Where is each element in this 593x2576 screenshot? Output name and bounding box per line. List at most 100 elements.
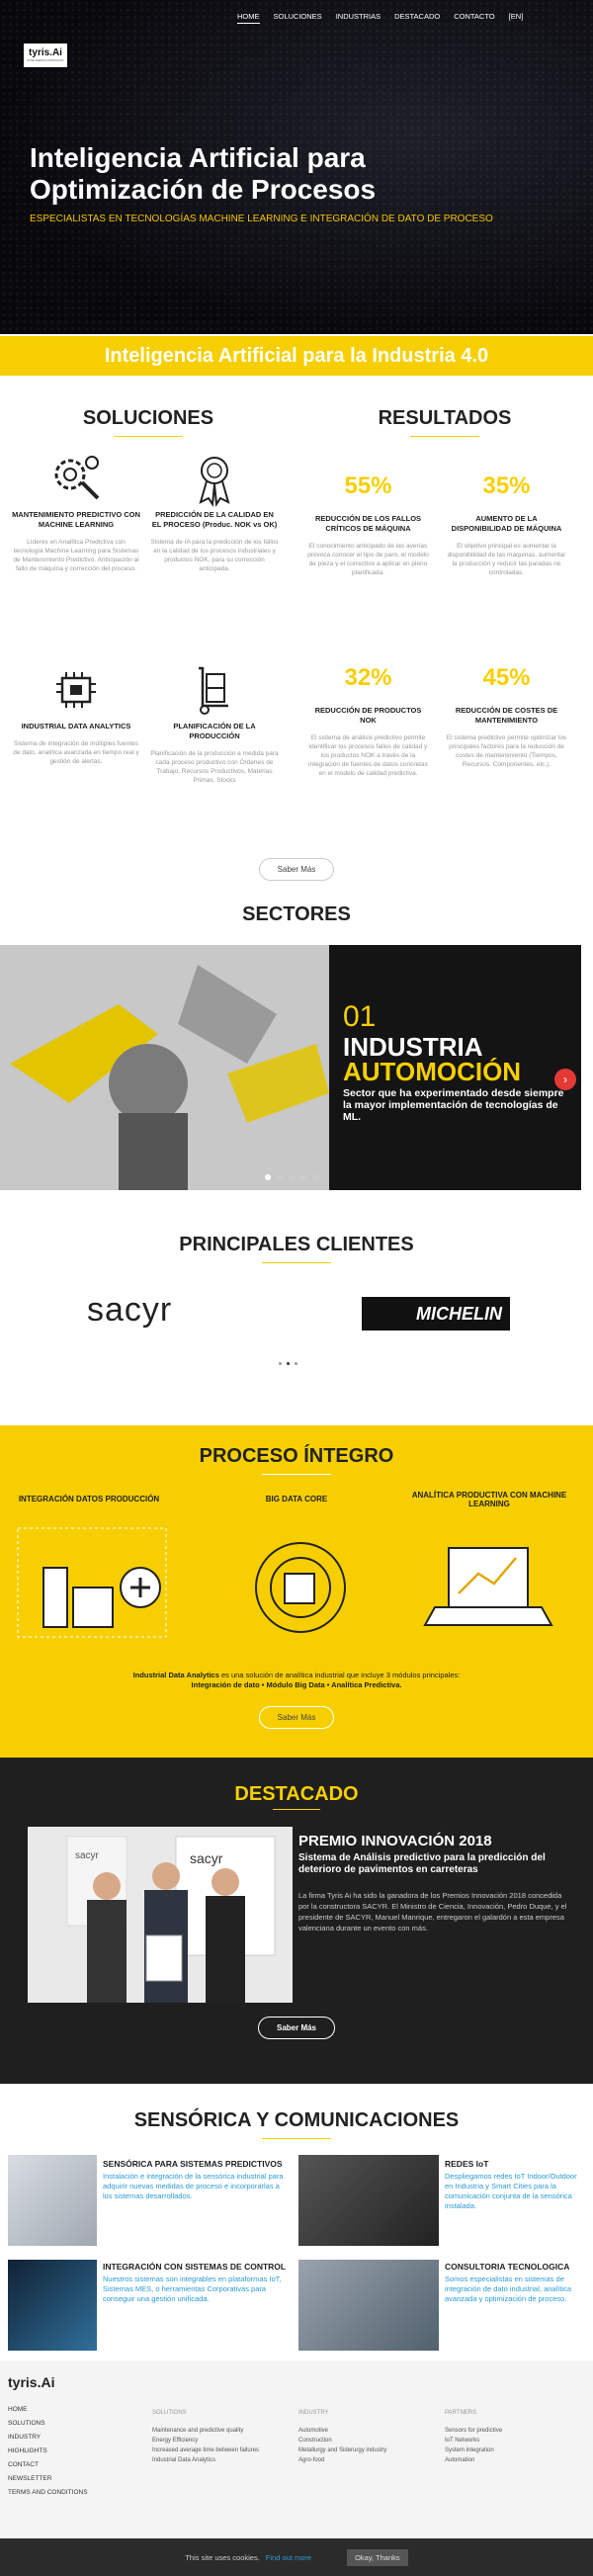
footer-col-item[interactable]: Agro-food	[298, 2455, 437, 2465]
slider-dot[interactable]	[289, 1174, 295, 1180]
sectors-title: SECTORES	[242, 903, 351, 925]
hero-subtitle: ESPECIALISTAS EN TECNOLOGÍAS MACHINE LEA…	[30, 214, 493, 224]
clients-dots	[279, 1362, 297, 1365]
featured-more-button[interactable]: Saber Más	[257, 2017, 336, 2039]
laptop-icon	[448, 1547, 529, 1608]
process-col-title: ANALÍTICA PRODUCTIVA CON MACHINE LEARNIN…	[411, 1491, 567, 1508]
nav-home[interactable]: HOME	[237, 10, 260, 24]
footer-col-industry: INDUSTRY Automotive Construction Metallu…	[298, 2408, 437, 2465]
footer-link[interactable]: CONTACT	[8, 2461, 88, 2468]
client-logo-sacyr: sacyr	[87, 1291, 173, 1329]
process-section: PROCESO ÍNTEGRO INTEGRACIÓN DATOS PRODUC…	[0, 1425, 593, 1758]
sensor-item: INTEGRACIÓN CON SISTEMAS DE CONTROL Nues…	[103, 2262, 291, 2304]
result-desc: El sistema de análisis predictivo permit…	[308, 734, 428, 777]
process-desc-rest: es una solución de analítica industrial …	[218, 1671, 461, 1679]
footer-col-item[interactable]: IoT Networks	[445, 2436, 583, 2446]
footer-col-partners: PARTNERS Sensors for predictive IoT Netw…	[445, 2408, 583, 2465]
clients-section: sacyr MICHELIN	[0, 1283, 593, 1425]
cookie-link[interactable]: Find out more	[266, 2553, 311, 2562]
slider-dot[interactable]	[312, 1174, 318, 1180]
footer-link[interactable]: TERMS AND CONDITIONS	[8, 2489, 88, 2496]
sectors-heading-wrap: SECTORES	[0, 903, 593, 926]
solutions-underline	[114, 436, 183, 437]
site-logo[interactable]: tyris.Ai INTELIGENCIA ARTIFICIAL	[24, 43, 67, 67]
footer-col-item[interactable]: Increased average time between failures	[152, 2446, 291, 2455]
photo-logo-sacyr-2: sacyr	[75, 1850, 99, 1861]
result-value: 35%	[482, 472, 531, 499]
sensors-title: SENSÓRICA Y COMUNICACIONES	[133, 2109, 460, 2131]
solution-desc: Sistema de integración de múltiples fuen…	[13, 740, 139, 765]
footer-col-heading: PARTNERS	[445, 2410, 477, 2416]
logo-subtext: INTELIGENCIA ARTIFICIAL	[27, 58, 64, 62]
process-title: PROCESO ÍNTEGRO	[199, 1445, 394, 1467]
footer-col-item[interactable]: Maintenance and predictive quality	[152, 2426, 291, 2436]
solution-desc: Líderes en Analítica Predictiva con tecn…	[13, 539, 139, 572]
nav-destacado[interactable]: DESTACADO	[394, 10, 440, 24]
footer-col-item[interactable]: Automation	[445, 2455, 583, 2465]
industry-banner: Inteligencia Artificial para la Industri…	[0, 336, 593, 376]
sensors-section: SENSÓRICA Y COMUNICACIONES SENSÓRICA PAR…	[0, 2084, 593, 2361]
sensors-image	[8, 2155, 97, 2246]
award-title: PREMIO INNOVACIÓN 2018	[298, 1833, 492, 1849]
footer-col-item[interactable]: Automotive	[298, 2426, 437, 2436]
footer-col-item[interactable]: Metallurgy and Siderurgy industry	[298, 2446, 437, 2455]
nav-industrias[interactable]: INDUSTRIAS	[336, 10, 381, 24]
footer-link[interactable]: HIGHLIGHTS	[8, 2447, 88, 2454]
footer-col-item[interactable]: Energy Efficiency	[152, 2436, 291, 2446]
solution-desc: Sistema de IA para la predicción de los …	[150, 539, 279, 572]
result-desc: El sistema predictivo permite optimizar …	[446, 734, 567, 768]
nav-language[interactable]: [EN]	[509, 10, 524, 24]
footer-logo[interactable]: tyris.Ai	[8, 2374, 54, 2390]
footer-links: HOME SOLUTIONS INDUSTRY HIGHLIGHTS CONTA…	[8, 2406, 88, 2496]
clients-dot[interactable]	[279, 1362, 282, 1365]
sensors-heading-wrap: SENSÓRICA Y COMUNICACIONES	[0, 2109, 593, 2139]
result-value: 32%	[344, 664, 392, 691]
slider-dot[interactable]	[277, 1174, 283, 1180]
result-title: REDUCCIÓN DE COSTES DE MANTENIMIENTO	[455, 706, 558, 725]
cookie-text: This site uses cookies.	[185, 2552, 260, 2562]
award-photo-image	[28, 1827, 293, 2003]
clients-heading-wrap: PRINCIPALES CLIENTES	[0, 1234, 593, 1263]
results-title: RESULTADOS	[378, 407, 512, 429]
process-more-button[interactable]: Saber Más	[258, 1706, 335, 1729]
clients-dot[interactable]	[295, 1362, 297, 1365]
footer-col-item[interactable]: System integration	[445, 2446, 583, 2455]
footer-col-item[interactable]: Industrial Data Analytics	[152, 2455, 291, 2465]
nav-soluciones[interactable]: SOLUCIONES	[274, 10, 322, 24]
featured-title: DESTACADO	[234, 1783, 359, 1805]
footer-link[interactable]: NEWSLETTER	[8, 2475, 88, 2482]
clients-title: PRINCIPALES CLIENTES	[179, 1234, 414, 1255]
result-card: 55% REDUCCIÓN DE LOS FALLOS CRÍTICOS DE …	[306, 472, 430, 577]
result-card: 32% REDUCCIÓN DE PRODUCTOS NOK El sistem…	[306, 664, 430, 778]
process-desc: Industrial Data Analytics es una solució…	[40, 1671, 553, 1690]
hero-title: Inteligencia Artificial para Optimizació…	[30, 142, 377, 205]
solution-card: PREDICCIÓN DE LA CALIDAD EN EL PROCESO (…	[150, 449, 279, 573]
solution-title: MANTENIMIENTO PREDICTIVO CON MACHINE LEA…	[12, 510, 140, 529]
solutions-more-button[interactable]: Saber Más	[258, 858, 335, 881]
result-value: 45%	[482, 664, 531, 691]
process-modules: Integración de dato • Módulo Big Data • …	[191, 1680, 402, 1689]
slider-next-arrow-icon[interactable]: ›	[554, 1069, 576, 1090]
server-image	[8, 2260, 97, 2351]
slider-dot[interactable]	[265, 1174, 271, 1180]
featured-section: DESTACADO sacyr sacyr PREMIO INNOVACIÓN …	[0, 1758, 593, 2084]
award-body: La firma Tyris Ai ha sido la ganadora de…	[298, 1891, 567, 1932]
footer-link[interactable]: HOME	[8, 2406, 88, 2413]
footer-link[interactable]: SOLUTIONS	[8, 2420, 88, 2427]
solutions-title: SOLUCIONES	[82, 407, 214, 429]
solution-desc: Planificación de la producción a medida …	[150, 750, 279, 784]
footer-col-item[interactable]: Construction	[298, 2436, 437, 2446]
result-title: REDUCCIÓN DE LOS FALLOS CRÍTICOS DE MÁQU…	[314, 514, 422, 533]
photo-logo-sacyr: sacyr	[190, 1850, 223, 1866]
featured-more-wrap: Saber Más	[0, 2017, 593, 2039]
cookie-accept-button[interactable]: Okay, Thanks	[347, 2548, 408, 2566]
result-title: AUMENTO DE LA DISPONIBILIDAD DE MÁQUINA	[451, 514, 562, 533]
footer-link[interactable]: INDUSTRY	[8, 2434, 88, 2441]
clients-dot[interactable]	[287, 1362, 290, 1365]
footer-col-item[interactable]: Sensors for predictive	[445, 2426, 583, 2436]
slider-dot[interactable]	[300, 1174, 306, 1180]
result-card: 45% REDUCCIÓN DE COSTES DE MANTENIMIENTO…	[445, 664, 568, 769]
nav-contacto[interactable]: CONTACTO	[454, 10, 494, 24]
solution-title: PLANIFICACIÓN DE LA PRODUCCIÓN	[173, 722, 256, 740]
robot-arm-image	[0, 945, 329, 1190]
